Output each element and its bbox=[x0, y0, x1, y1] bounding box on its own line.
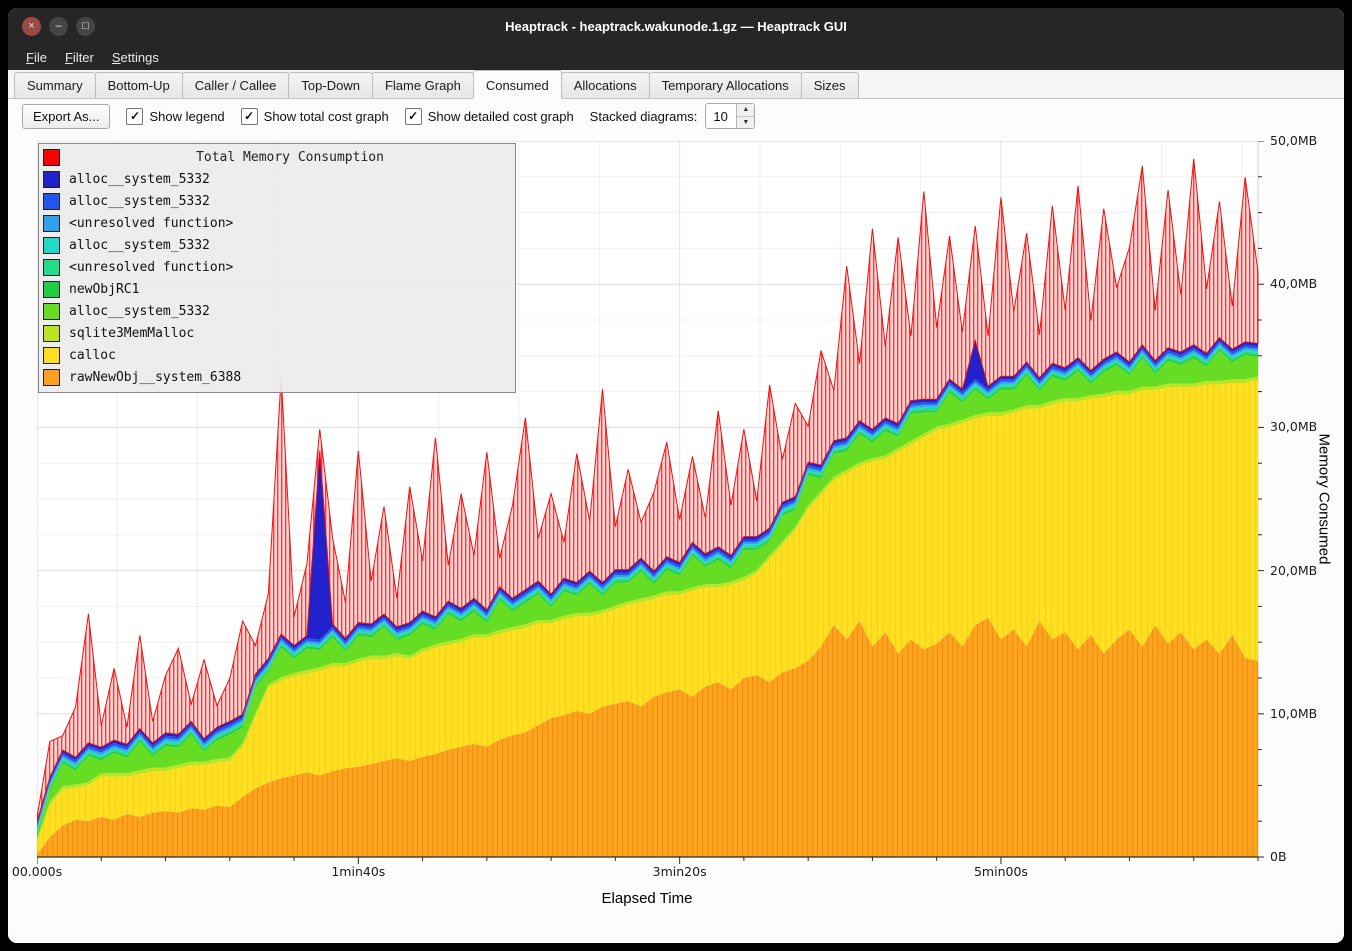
legend-item-label: alloc__system_5332 bbox=[69, 194, 210, 209]
y-tick-label: 30,0MB bbox=[1270, 419, 1317, 434]
x-tick-label: 3min20s bbox=[653, 864, 707, 879]
legend-item-label: rawNewObj__system_6388 bbox=[69, 370, 241, 385]
stacked-diagrams-spinbox[interactable]: 10 ▲ ▼ bbox=[705, 103, 755, 129]
legend-item-label: newObjRC1 bbox=[69, 282, 139, 297]
legend-item: alloc__system_5332 bbox=[43, 234, 511, 256]
legend-item: <unresolved function> bbox=[43, 256, 511, 278]
checkbox-box[interactable]: ✓ bbox=[241, 108, 258, 125]
checkbox-label: Show detailed cost graph bbox=[428, 109, 574, 124]
legend-swatch bbox=[43, 215, 60, 232]
titlebar: × – □ Heaptrack - heaptrack.wakunode.1.g… bbox=[8, 8, 1344, 44]
chart-area: Elapsed Time Memory Consumed Total Memor… bbox=[8, 133, 1344, 943]
legend-swatch bbox=[43, 325, 60, 342]
checkbox-group: ✓ Show legend ✓ Show total cost graph ✓ Show … bbox=[126, 108, 573, 125]
legend-item: alloc__system_5332 bbox=[43, 190, 511, 212]
menu-filter[interactable]: Filter bbox=[57, 47, 102, 68]
y-tick-label: 10,0MB bbox=[1270, 706, 1317, 721]
tab-bottom-up[interactable]: Bottom-Up bbox=[95, 72, 183, 98]
window-title: Heaptrack - heaptrack.wakunode.1.gz — He… bbox=[8, 19, 1344, 34]
tab-caller-callee[interactable]: Caller / Callee bbox=[182, 72, 290, 98]
menubar: File Filter Settings bbox=[8, 44, 1344, 70]
checkbox-box[interactable]: ✓ bbox=[126, 108, 143, 125]
x-axis-title: Elapsed Time bbox=[602, 890, 693, 907]
legend-swatch bbox=[43, 281, 60, 298]
legend-title-row: Total Memory Consumption bbox=[43, 146, 511, 168]
legend-swatch bbox=[43, 303, 60, 320]
tab-consumed[interactable]: Consumed bbox=[473, 70, 562, 99]
total-memory-swatch bbox=[43, 149, 60, 166]
legend-swatch bbox=[43, 237, 60, 254]
tab-allocations[interactable]: Allocations bbox=[561, 72, 650, 98]
checkbox-box[interactable]: ✓ bbox=[405, 108, 422, 125]
tabbar: SummaryBottom-UpCaller / CalleeTop-DownF… bbox=[8, 70, 1344, 99]
legend-item: rawNewObj__system_6388 bbox=[43, 366, 511, 388]
legend-item-label: <unresolved function> bbox=[69, 260, 233, 275]
legend-item: alloc__system_5332 bbox=[43, 168, 511, 190]
legend-swatch bbox=[43, 369, 60, 386]
legend-item-label: calloc bbox=[69, 348, 116, 363]
y-tick-label: 20,0MB bbox=[1270, 563, 1317, 578]
legend-swatch bbox=[43, 193, 60, 210]
x-tick-label: 5min00s bbox=[974, 864, 1028, 879]
y-axis-title: Memory Consumed bbox=[1316, 434, 1333, 565]
window-controls: × – □ bbox=[22, 8, 95, 44]
legend-swatch bbox=[43, 259, 60, 276]
x-tick-label: 1min40s bbox=[331, 864, 385, 879]
stacked-diagrams-value: 10 bbox=[706, 104, 736, 128]
legend-item-label: <unresolved function> bbox=[69, 216, 233, 231]
legend-item: <unresolved function> bbox=[43, 212, 511, 234]
tab-summary[interactable]: Summary bbox=[14, 72, 96, 98]
checkbox-label: Show total cost graph bbox=[264, 109, 389, 124]
checkbox-label: Show legend bbox=[149, 109, 224, 124]
legend-item: alloc__system_5332 bbox=[43, 300, 511, 322]
legend-item-label: alloc__system_5332 bbox=[69, 304, 210, 319]
spin-arrows: ▲ ▼ bbox=[736, 104, 754, 128]
menu-file[interactable]: File bbox=[18, 47, 55, 68]
tab-temporary-allocations[interactable]: Temporary Allocations bbox=[649, 72, 802, 98]
checkbox-show-detailed-cost-graph[interactable]: ✓ Show detailed cost graph bbox=[405, 108, 574, 125]
checkbox-show-legend[interactable]: ✓ Show legend bbox=[126, 108, 224, 125]
legend-item-label: sqlite3MemMalloc bbox=[69, 326, 194, 341]
close-button[interactable]: × bbox=[22, 17, 41, 36]
tab-flame-graph[interactable]: Flame Graph bbox=[372, 72, 474, 98]
legend-item-label: alloc__system_5332 bbox=[69, 238, 210, 253]
y-tick-label: 40,0MB bbox=[1270, 276, 1317, 291]
legend-title: Total Memory Consumption bbox=[69, 150, 511, 165]
y-tick-label: 0B bbox=[1270, 849, 1287, 864]
checkbox-show-total-cost-graph[interactable]: ✓ Show total cost graph bbox=[241, 108, 389, 125]
x-tick-label: 00.000s bbox=[12, 864, 62, 879]
chart-legend: Total Memory Consumption alloc__system_5… bbox=[38, 143, 516, 393]
y-tick-label: 50,0MB bbox=[1270, 133, 1317, 148]
legend-item: calloc bbox=[43, 344, 511, 366]
legend-item: newObjRC1 bbox=[43, 278, 511, 300]
legend-swatch bbox=[43, 347, 60, 364]
legend-swatch bbox=[43, 171, 60, 188]
minimize-button[interactable]: – bbox=[49, 17, 68, 36]
tab-top-down[interactable]: Top-Down bbox=[288, 72, 373, 98]
app-window: × – □ Heaptrack - heaptrack.wakunode.1.g… bbox=[8, 8, 1344, 943]
spin-down-button[interactable]: ▼ bbox=[737, 117, 754, 129]
menu-settings[interactable]: Settings bbox=[104, 47, 167, 68]
stacked-diagrams-label: Stacked diagrams: bbox=[590, 109, 698, 124]
legend-item: sqlite3MemMalloc bbox=[43, 322, 511, 344]
maximize-button[interactable]: □ bbox=[76, 17, 95, 36]
tab-sizes[interactable]: Sizes bbox=[801, 72, 859, 98]
toolbar: Export As... ✓ Show legend ✓ Show total cos… bbox=[8, 99, 1344, 133]
export-as-button[interactable]: Export As... bbox=[22, 104, 110, 129]
spin-up-button[interactable]: ▲ bbox=[737, 104, 754, 117]
legend-item-label: alloc__system_5332 bbox=[69, 172, 210, 187]
